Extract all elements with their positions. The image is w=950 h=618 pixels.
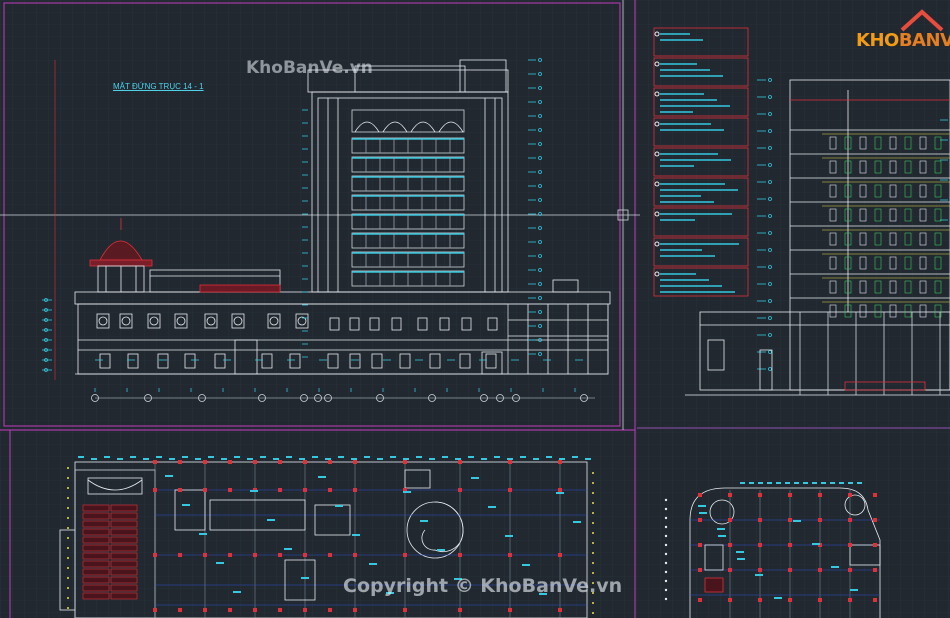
logo-text-banve: BANVE — [898, 30, 950, 51]
logo-text-kho: KHO — [856, 30, 899, 51]
elevation-title: MẶT ĐỨNG TRỤC 14 - 1 — [113, 82, 204, 91]
cad-drawing-canvas[interactable] — [0, 0, 950, 618]
watermark-top: KhoBanVe.vn — [246, 58, 373, 78]
khobanve-logo: KHOBANVE — [852, 8, 950, 54]
watermark-copyright: Copyright © KhoBanVe.vn — [343, 575, 623, 597]
